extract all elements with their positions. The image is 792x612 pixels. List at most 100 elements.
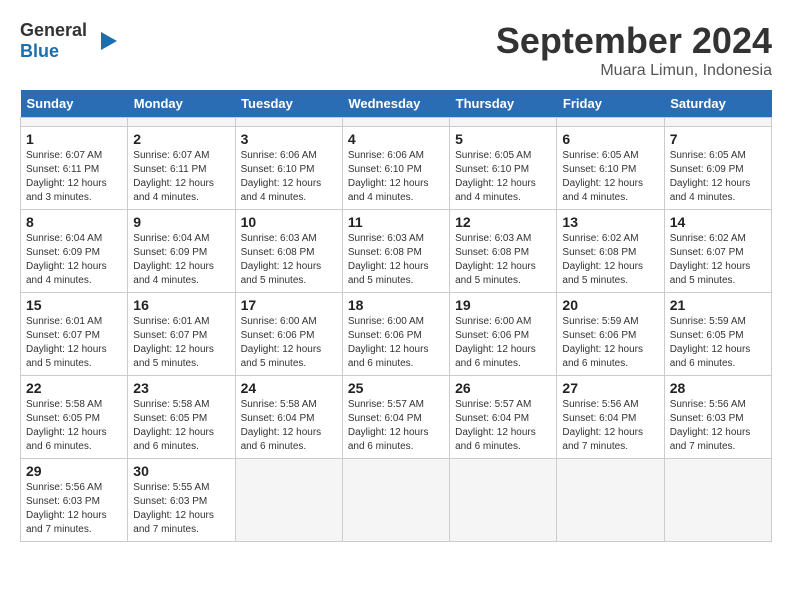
table-row: 26 Sunrise: 5:57 AMSunset: 6:04 PMDaylig… [450,376,557,459]
col-thursday: Thursday [450,90,557,118]
day-detail: Sunrise: 5:57 AMSunset: 6:04 PMDaylight:… [348,399,429,452]
table-row: 7 Sunrise: 6:05 AMSunset: 6:09 PMDayligh… [664,127,771,210]
day-detail: Sunrise: 5:57 AMSunset: 6:04 PMDaylight:… [455,399,536,452]
day-number: 19 [455,297,551,313]
day-detail: Sunrise: 5:58 AMSunset: 6:05 PMDaylight:… [26,399,107,452]
day-number: 28 [670,380,766,396]
logo-general: General [20,20,87,40]
day-number: 24 [241,380,337,396]
table-row: 23 Sunrise: 5:58 AMSunset: 6:05 PMDaylig… [128,376,235,459]
table-row: 14 Sunrise: 6:02 AMSunset: 6:07 PMDaylig… [664,210,771,293]
day-number: 29 [26,463,122,479]
table-row: 11 Sunrise: 6:03 AMSunset: 6:08 PMDaylig… [342,210,449,293]
day-number: 7 [670,131,766,147]
day-number: 6 [562,131,658,147]
table-row: 5 Sunrise: 6:05 AMSunset: 6:10 PMDayligh… [450,127,557,210]
day-number: 3 [241,131,337,147]
day-detail: Sunrise: 6:06 AMSunset: 6:10 PMDaylight:… [348,150,429,203]
day-number: 11 [348,214,444,230]
day-number: 26 [455,380,551,396]
table-row [557,459,664,542]
table-row [664,118,771,127]
col-sunday: Sunday [21,90,128,118]
day-detail: Sunrise: 5:59 AMSunset: 6:06 PMDaylight:… [562,316,643,369]
day-number: 14 [670,214,766,230]
table-row [342,459,449,542]
table-row: 22 Sunrise: 5:58 AMSunset: 6:05 PMDaylig… [21,376,128,459]
table-row: 28 Sunrise: 5:56 AMSunset: 6:03 PMDaylig… [664,376,771,459]
day-number: 9 [133,214,229,230]
logo: General Blue [20,20,119,62]
table-row: 21 Sunrise: 5:59 AMSunset: 6:05 PMDaylig… [664,293,771,376]
day-detail: Sunrise: 6:01 AMSunset: 6:07 PMDaylight:… [26,316,107,369]
col-wednesday: Wednesday [342,90,449,118]
day-number: 30 [133,463,229,479]
day-detail: Sunrise: 5:58 AMSunset: 6:04 PMDaylight:… [241,399,322,452]
day-number: 18 [348,297,444,313]
table-row [21,118,128,127]
day-number: 4 [348,131,444,147]
day-number: 8 [26,214,122,230]
day-detail: Sunrise: 5:56 AMSunset: 6:03 PMDaylight:… [26,482,107,535]
table-row: 8 Sunrise: 6:04 AMSunset: 6:09 PMDayligh… [21,210,128,293]
table-row: 10 Sunrise: 6:03 AMSunset: 6:08 PMDaylig… [235,210,342,293]
table-row: 18 Sunrise: 6:00 AMSunset: 6:06 PMDaylig… [342,293,449,376]
calendar-week-row: 1 Sunrise: 6:07 AMSunset: 6:11 PMDayligh… [21,127,772,210]
day-number: 5 [455,131,551,147]
day-number: 23 [133,380,229,396]
calendar-week-row: 8 Sunrise: 6:04 AMSunset: 6:09 PMDayligh… [21,210,772,293]
calendar-week-row: 22 Sunrise: 5:58 AMSunset: 6:05 PMDaylig… [21,376,772,459]
table-row [128,118,235,127]
calendar-table: Sunday Monday Tuesday Wednesday Thursday… [20,90,772,542]
day-detail: Sunrise: 6:05 AMSunset: 6:10 PMDaylight:… [562,150,643,203]
col-saturday: Saturday [664,90,771,118]
day-detail: Sunrise: 5:55 AMSunset: 6:03 PMDaylight:… [133,482,214,535]
table-row: 25 Sunrise: 5:57 AMSunset: 6:04 PMDaylig… [342,376,449,459]
day-number: 1 [26,131,122,147]
month-title: September 2024 [496,20,772,62]
day-detail: Sunrise: 6:05 AMSunset: 6:09 PMDaylight:… [670,150,751,203]
day-detail: Sunrise: 5:59 AMSunset: 6:05 PMDaylight:… [670,316,751,369]
table-row [342,118,449,127]
table-row: 16 Sunrise: 6:01 AMSunset: 6:07 PMDaylig… [128,293,235,376]
day-detail: Sunrise: 6:05 AMSunset: 6:10 PMDaylight:… [455,150,536,203]
table-row [557,118,664,127]
day-detail: Sunrise: 5:58 AMSunset: 6:05 PMDaylight:… [133,399,214,452]
day-number: 20 [562,297,658,313]
day-detail: Sunrise: 6:03 AMSunset: 6:08 PMDaylight:… [241,233,322,286]
day-detail: Sunrise: 6:03 AMSunset: 6:08 PMDaylight:… [455,233,536,286]
day-number: 2 [133,131,229,147]
table-row: 30 Sunrise: 5:55 AMSunset: 6:03 PMDaylig… [128,459,235,542]
day-detail: Sunrise: 6:02 AMSunset: 6:07 PMDaylight:… [670,233,751,286]
day-detail: Sunrise: 6:04 AMSunset: 6:09 PMDaylight:… [26,233,107,286]
table-row [235,118,342,127]
col-monday: Monday [128,90,235,118]
table-row: 27 Sunrise: 5:56 AMSunset: 6:04 PMDaylig… [557,376,664,459]
day-detail: Sunrise: 6:06 AMSunset: 6:10 PMDaylight:… [241,150,322,203]
table-row: 15 Sunrise: 6:01 AMSunset: 6:07 PMDaylig… [21,293,128,376]
table-row: 2 Sunrise: 6:07 AMSunset: 6:11 PMDayligh… [128,127,235,210]
day-detail: Sunrise: 6:00 AMSunset: 6:06 PMDaylight:… [348,316,429,369]
table-row [450,459,557,542]
day-number: 15 [26,297,122,313]
calendar-header-row: Sunday Monday Tuesday Wednesday Thursday… [21,90,772,118]
day-detail: Sunrise: 6:00 AMSunset: 6:06 PMDaylight:… [455,316,536,369]
day-detail: Sunrise: 5:56 AMSunset: 6:03 PMDaylight:… [670,399,751,452]
table-row: 17 Sunrise: 6:00 AMSunset: 6:06 PMDaylig… [235,293,342,376]
title-block: September 2024 Muara Limun, Indonesia [496,20,772,80]
table-row: 6 Sunrise: 6:05 AMSunset: 6:10 PMDayligh… [557,127,664,210]
table-row: 13 Sunrise: 6:02 AMSunset: 6:08 PMDaylig… [557,210,664,293]
table-row [235,459,342,542]
day-number: 25 [348,380,444,396]
location-subtitle: Muara Limun, Indonesia [496,62,772,80]
day-detail: Sunrise: 6:01 AMSunset: 6:07 PMDaylight:… [133,316,214,369]
calendar-week-row: 29 Sunrise: 5:56 AMSunset: 6:03 PMDaylig… [21,459,772,542]
table-row [450,118,557,127]
day-number: 21 [670,297,766,313]
table-row: 4 Sunrise: 6:06 AMSunset: 6:10 PMDayligh… [342,127,449,210]
day-number: 10 [241,214,337,230]
day-detail: Sunrise: 6:02 AMSunset: 6:08 PMDaylight:… [562,233,643,286]
table-row: 3 Sunrise: 6:06 AMSunset: 6:10 PMDayligh… [235,127,342,210]
table-row: 24 Sunrise: 5:58 AMSunset: 6:04 PMDaylig… [235,376,342,459]
table-row: 20 Sunrise: 5:59 AMSunset: 6:06 PMDaylig… [557,293,664,376]
